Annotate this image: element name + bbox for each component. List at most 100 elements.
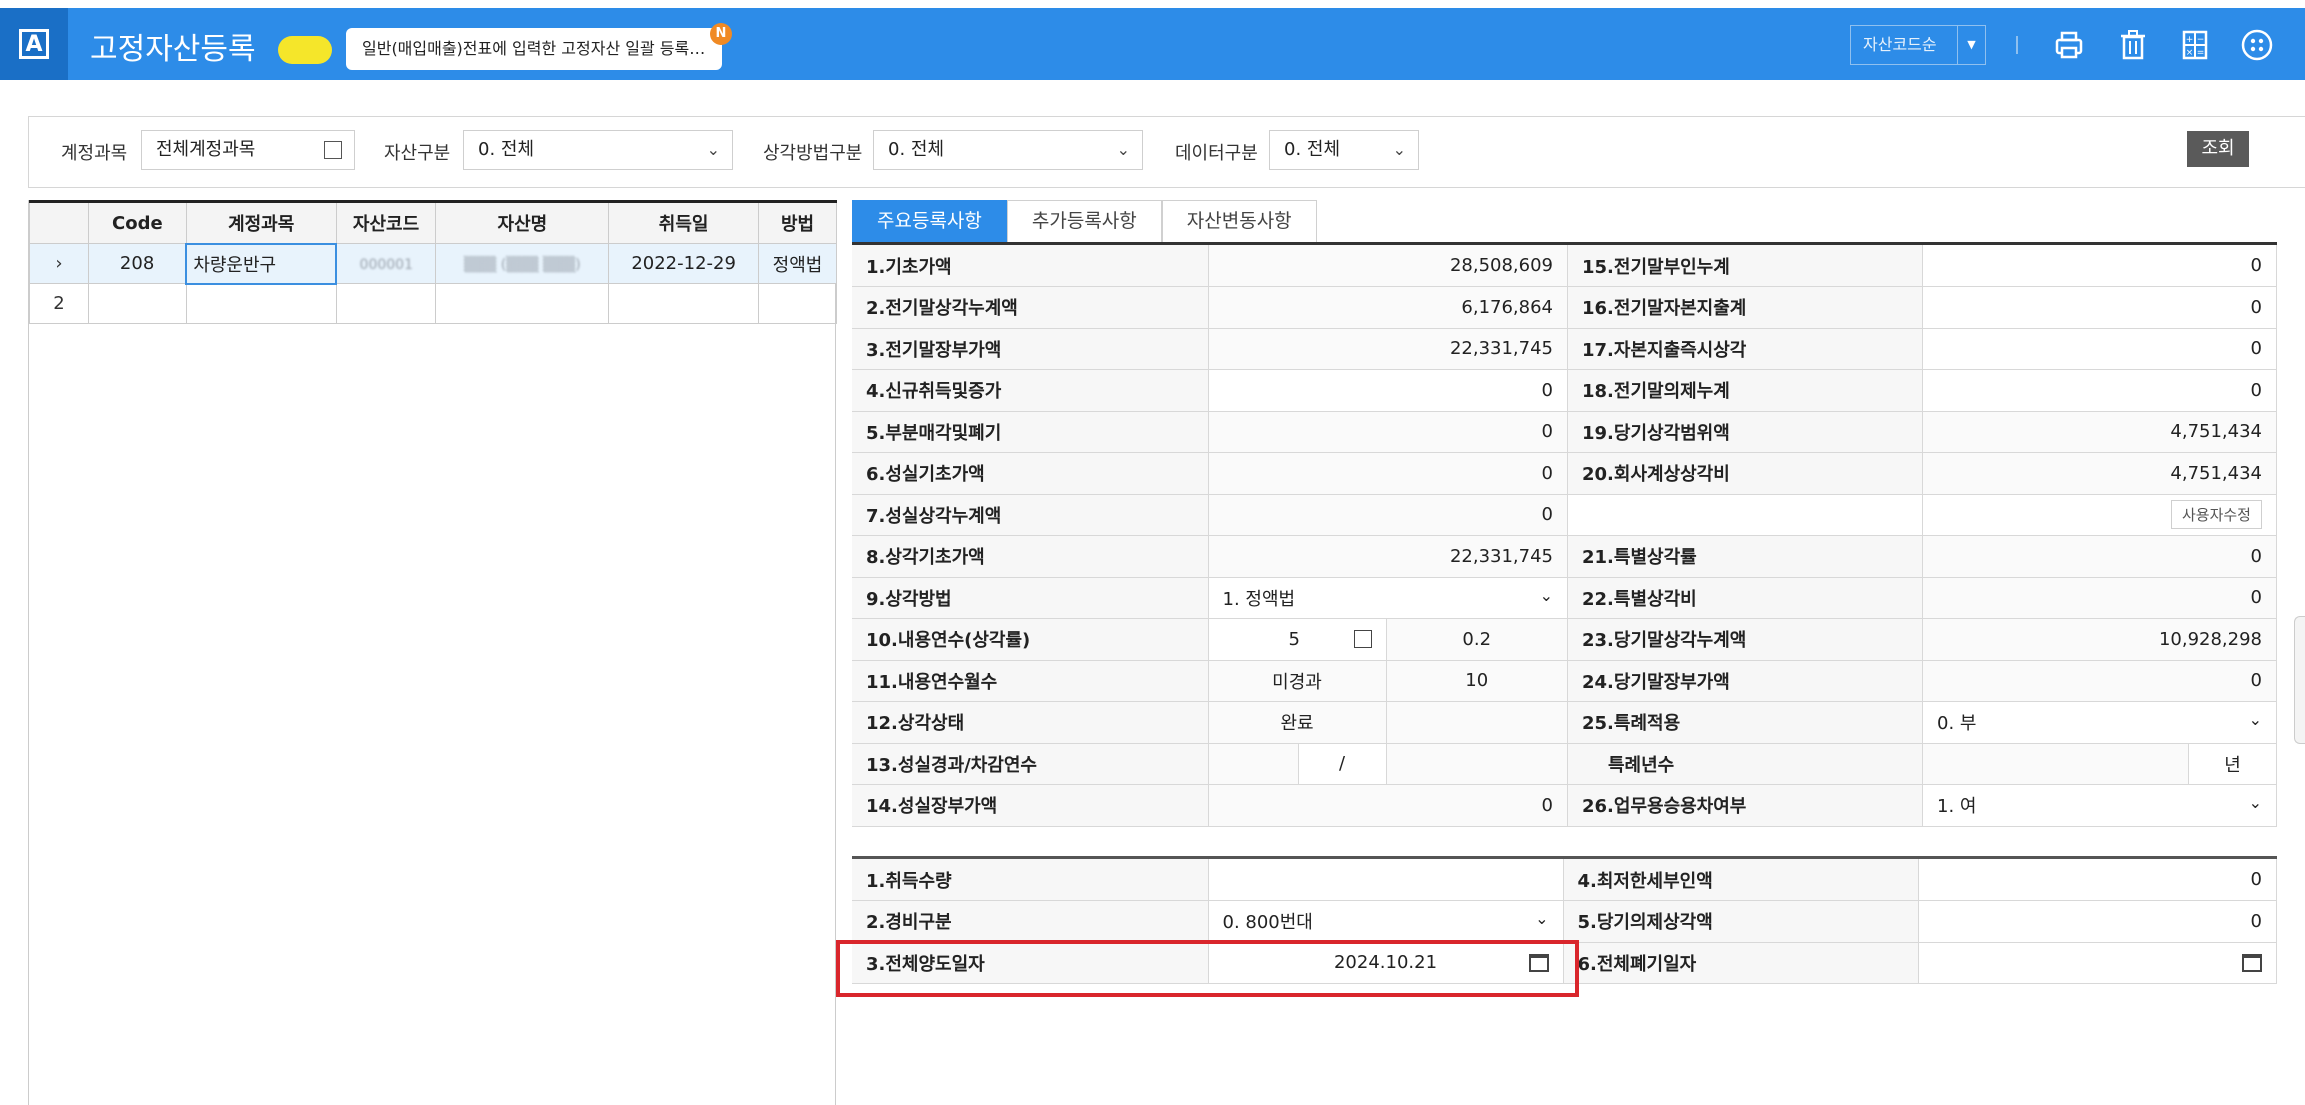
useful-months-value[interactable]: 10: [1386, 660, 1568, 702]
data-type-select[interactable]: 0. 전체 ⌄: [1269, 130, 1419, 170]
app-header: A 고정자산등록 일반(매입매출)전표에 입력한 고정자산 일괄 등록… N 자…: [0, 8, 2305, 80]
asset-type-select[interactable]: 0. 전체 ⌄: [463, 130, 733, 170]
label-special-dep: 22.특별상각비: [1567, 577, 1923, 619]
business-car-value: 1. 여: [1937, 796, 1977, 818]
prev-accum-dep-value[interactable]: 6,176,864: [1208, 286, 1568, 329]
cell-acquired-date[interactable]: 2022-12-29: [608, 243, 760, 284]
col-asset-name[interactable]: 자산명: [435, 200, 610, 244]
col-method[interactable]: 방법: [758, 200, 837, 244]
prev-book-value[interactable]: 22,331,745: [1208, 328, 1568, 370]
cell-asset-code[interactable]: 000001: [335, 243, 437, 284]
dep-method-select[interactable]: 0. 전체 ⌄: [873, 130, 1143, 170]
trash-icon[interactable]: [2116, 28, 2150, 62]
form-row: 4.신규취득및증가 0 18.전기말의제누계 0: [852, 369, 2277, 412]
code-help-icon[interactable]: [1353, 630, 1372, 648]
cell-asset-name[interactable]: [435, 283, 610, 324]
dep-method-value: 1. 정액법: [1222, 588, 1296, 610]
search-button[interactable]: 조회: [2187, 131, 2249, 167]
dep-method-label: 상각방법구분: [763, 143, 863, 164]
chevron-down-icon: ⌄: [1539, 585, 1553, 605]
special-apply-select[interactable]: 0. 부 ⌄: [1922, 701, 2277, 744]
menu-dots-icon[interactable]: [2240, 28, 2274, 62]
calendar-icon[interactable]: [2242, 953, 2262, 972]
special-years-unit: 년: [2188, 743, 2277, 785]
chevron-down-icon[interactable]: ▼: [1957, 26, 1985, 64]
table-row[interactable]: 2: [29, 283, 837, 324]
detail-tabs: 주요등록사항 추가등록사항 자산변동사항: [852, 200, 1317, 242]
label-prev-denied: 15.전기말부인누계: [1567, 245, 1923, 287]
label-sincere-book: 14.성실장부가액: [852, 784, 1209, 827]
acquired-qty-field[interactable]: [1208, 859, 1564, 901]
sincere-base-value[interactable]: 0: [1208, 452, 1568, 495]
useful-life-field[interactable]: 5: [1208, 618, 1387, 661]
annotation-highlight-box: [836, 940, 1579, 997]
toggle-pill[interactable]: [278, 36, 332, 64]
prev-denied-value[interactable]: 0: [1922, 245, 2277, 287]
cell-acquired-date[interactable]: [608, 283, 760, 324]
base-value[interactable]: 28,508,609: [1208, 245, 1568, 287]
label-expense-type: 2.경비구분: [852, 900, 1209, 943]
cell-asset-code[interactable]: [335, 283, 437, 324]
form-row: 12.상각상태 완료 25.특례적용 0. 부 ⌄: [852, 701, 2277, 744]
company-dep-value[interactable]: 4,751,434: [1922, 452, 2277, 495]
label-prev-accum-dep: 2.전기말상각누계액: [852, 286, 1209, 329]
label-special-rate: 21.특별상각률: [1567, 535, 1923, 578]
col-acquired-date[interactable]: 취득일: [608, 200, 760, 244]
col-asset-code[interactable]: 자산코드: [335, 200, 437, 244]
label-useful-life: 10.내용연수(상각률): [852, 618, 1209, 661]
cell-code[interactable]: 208: [87, 243, 187, 284]
special-dep-value[interactable]: 0: [1922, 577, 2277, 619]
page-title: 고정자산등록: [90, 32, 256, 67]
user-edit-button[interactable]: 사용자수정: [2170, 500, 2262, 530]
sincere-elapsed[interactable]: [1208, 743, 1299, 785]
label-dep-status: 12.상각상태: [852, 701, 1209, 744]
dep-method-select[interactable]: 1. 정액법 ⌄: [1208, 577, 1568, 619]
cell-code[interactable]: [87, 283, 187, 324]
account-field[interactable]: 전체계정과목: [141, 130, 355, 170]
min-tax-denied-value[interactable]: 0: [1918, 859, 2277, 901]
asset-name-blurred: ▒▒▒ (▒▒▒ ▒▒▒): [463, 257, 581, 273]
col-code[interactable]: Code: [87, 200, 187, 244]
table-row[interactable]: › 208 차량운반구 000001 ▒▒▒ (▒▒▒ ▒▒▒) 2022-12…: [29, 242, 837, 285]
col-account[interactable]: 계정과목: [185, 200, 337, 244]
prev-deemed-value[interactable]: 0: [1922, 369, 2277, 412]
capex-immediate-value[interactable]: 0: [1922, 328, 2277, 370]
svg-text:=: =: [2197, 48, 2205, 58]
cell-asset-name[interactable]: ▒▒▒ (▒▒▒ ▒▒▒): [435, 243, 610, 284]
special-years-value[interactable]: [1922, 743, 2189, 785]
app-logo[interactable]: A: [0, 8, 68, 80]
form-row: 11.내용연수월수 미경과 10 24.당기말장부가액 0: [852, 660, 2277, 702]
tab-changes[interactable]: 자산변동사항: [1161, 200, 1317, 242]
cell-method[interactable]: [758, 283, 837, 324]
code-help-icon[interactable]: [324, 141, 342, 159]
tab-additional[interactable]: 추가등록사항: [1006, 200, 1162, 242]
notice-banner[interactable]: 일반(매입매출)전표에 입력한 고정자산 일괄 등록…: [346, 28, 722, 70]
chevron-down-icon: ⌄: [706, 140, 720, 159]
side-panel-handle[interactable]: [2294, 616, 2305, 744]
calculator-icon[interactable]: + −× =: [2178, 28, 2212, 62]
print-icon[interactable]: [2052, 28, 2086, 62]
form-row: 10.내용연수(상각률) 5 0.2 23.당기말상각누계액 10,928,298: [852, 618, 2277, 661]
cell-account[interactable]: 차량운반구: [185, 242, 338, 285]
dep-limit-value: 4,751,434: [1922, 411, 2277, 453]
tab-main[interactable]: 주요등록사항: [852, 200, 1007, 242]
row-number: 2: [29, 283, 89, 324]
sort-order-select[interactable]: 자산코드순 ▼: [1850, 25, 1986, 65]
form-row: 9.상각방법 1. 정액법 ⌄ 22.특별상각비 0: [852, 577, 2277, 619]
form-row: 6.성실기초가액 0 20.회사계상상각비 4,751,434: [852, 452, 2277, 495]
new-acquisition-value[interactable]: 0: [1208, 369, 1568, 412]
sincere-accum-value[interactable]: 0: [1208, 494, 1568, 536]
partial-disposal-value[interactable]: 0: [1208, 411, 1568, 453]
business-car-select[interactable]: 1. 여 ⌄: [1922, 784, 2277, 827]
disposal-date-field[interactable]: [1918, 942, 2277, 984]
expense-type-value: 0. 800번대: [1222, 912, 1313, 934]
cell-account[interactable]: [185, 283, 337, 324]
special-rate-value[interactable]: 0: [1922, 535, 2277, 578]
current-accum-dep-value: 10,928,298: [1922, 618, 2277, 661]
cell-method[interactable]: 정액법: [758, 243, 837, 284]
data-type-value: 0. 전체: [1284, 139, 1341, 160]
sincere-deduct[interactable]: [1386, 743, 1568, 785]
expense-type-select[interactable]: 0. 800번대 ⌄: [1208, 900, 1564, 943]
current-deemed-value[interactable]: 0: [1918, 900, 2277, 943]
prev-capex-value[interactable]: 0: [1922, 286, 2277, 329]
